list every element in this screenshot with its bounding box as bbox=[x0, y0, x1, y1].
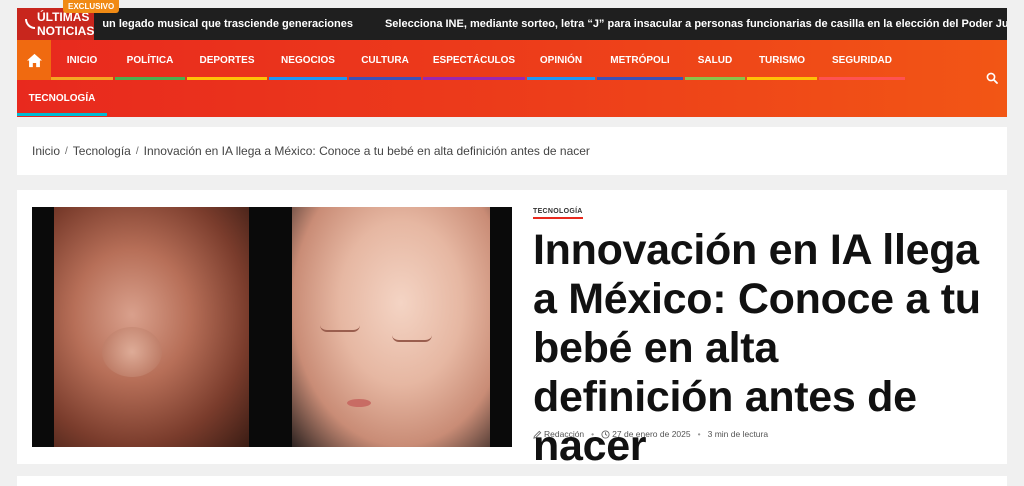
ultrasound-image bbox=[54, 207, 249, 447]
nav-item-negocios[interactable]: NEGOCIOS bbox=[269, 40, 347, 80]
nav-item-turismo[interactable]: TURISMO bbox=[747, 40, 817, 80]
meta-separator: • bbox=[591, 429, 595, 439]
breadcrumb: Inicio / Tecnología / Innovación en IA l… bbox=[17, 127, 1007, 175]
breaking-news-ticker: ÚLTIMAS NOTICIAS un legado musical que t… bbox=[17, 8, 1007, 40]
baby-image bbox=[292, 207, 490, 447]
nav-item-label: OPINIÓN bbox=[539, 54, 583, 66]
nav-item-cultura[interactable]: CULTURA bbox=[349, 40, 421, 80]
main-navigation: INICIO POLÍTICA DEPORTES NEGOCIOS CULTUR… bbox=[17, 40, 1007, 117]
search-icon[interactable] bbox=[986, 72, 998, 84]
article-meta: Redacción • 27 de enero de 2025 • 3 min … bbox=[533, 429, 768, 439]
nav-item-inicio[interactable]: INICIO bbox=[51, 40, 113, 80]
swoosh-icon bbox=[25, 19, 35, 29]
nav-item-label: NEGOCIOS bbox=[281, 54, 335, 66]
breadcrumb-current: Innovación en IA llega a México: Conoce … bbox=[143, 144, 590, 158]
clock-icon bbox=[601, 429, 610, 439]
nav-item-label: CULTURA bbox=[361, 54, 409, 66]
nav-item-label: INICIO bbox=[66, 54, 98, 66]
category-tag[interactable]: TECNOLOGÍA bbox=[533, 208, 583, 219]
nav-item-salud[interactable]: SALUD bbox=[685, 40, 745, 80]
nav-item-opinion[interactable]: OPINIÓN bbox=[527, 40, 595, 80]
exclusivo-badge: EXCLUSIVO bbox=[63, 0, 120, 13]
nav-item-deportes[interactable]: DEPORTES bbox=[187, 40, 267, 80]
ticker-item[interactable]: un legado musical que trasciende generac… bbox=[102, 18, 353, 30]
nav-item-label: METRÓPOLI bbox=[610, 54, 670, 66]
breadcrumb-separator: / bbox=[135, 145, 139, 157]
publish-date: 27 de enero de 2025 bbox=[612, 429, 691, 439]
author-link[interactable]: Redacción bbox=[544, 429, 584, 439]
home-button[interactable] bbox=[17, 40, 51, 80]
nav-item-label: POLÍTICA bbox=[126, 54, 174, 66]
nav-item-label: SALUD bbox=[697, 54, 733, 66]
nav-item-seguridad[interactable]: SEGURIDAD bbox=[819, 40, 905, 80]
breadcrumb-home[interactable]: Inicio bbox=[32, 144, 60, 158]
nav-item-espectaculos[interactable]: ESPECTÁCULOS bbox=[423, 40, 525, 80]
next-section-edge bbox=[17, 476, 1007, 486]
nav-item-label: ESPECTÁCULOS bbox=[432, 54, 516, 66]
nav-item-label: SEGURIDAD bbox=[831, 54, 892, 66]
home-icon bbox=[26, 53, 42, 67]
nav-item-label: TURISMO bbox=[758, 54, 806, 66]
nav-item-metropoli[interactable]: METRÓPOLI bbox=[597, 40, 683, 80]
breadcrumb-separator: / bbox=[65, 145, 68, 157]
read-time: 3 min de lectura bbox=[707, 429, 769, 439]
nav-item-politica[interactable]: POLÍTICA bbox=[115, 40, 185, 80]
nav-item-label: TECNOLOGÍA bbox=[28, 92, 96, 104]
breadcrumb-category[interactable]: Tecnología bbox=[73, 144, 131, 158]
nav-item-label: DEPORTES bbox=[199, 54, 255, 66]
article-header-card: TECNOLOGÍA Innovación en IA llega a Méxi… bbox=[17, 190, 1007, 470]
pencil-icon bbox=[533, 430, 542, 439]
nav-item-tecnologia[interactable]: TECNOLOGÍA bbox=[17, 80, 107, 116]
ticker-item[interactable]: Selecciona INE, mediante sorteo, letra “… bbox=[385, 18, 1007, 30]
article-hero-image bbox=[32, 207, 512, 447]
ticker-label-text: ÚLTIMAS NOTICIAS bbox=[37, 10, 95, 38]
meta-separator: • bbox=[697, 429, 701, 439]
